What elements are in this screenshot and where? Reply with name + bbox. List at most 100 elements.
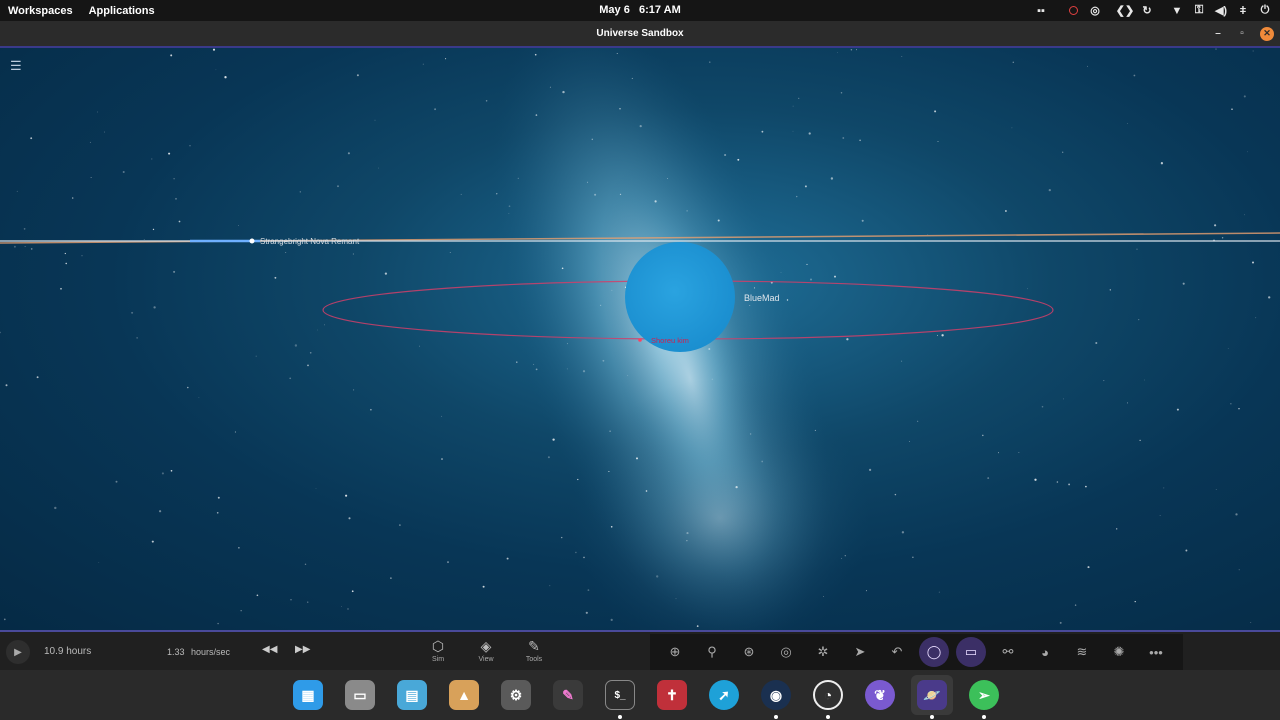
window-titlebar[interactable]: Universe Sandbox – ▫ ✕: [0, 21, 1280, 46]
hamburger-menu-icon[interactable]: ☰: [10, 58, 22, 74]
star: [575, 551, 577, 554]
dock-pdf-viewer[interactable]: ✝: [651, 675, 693, 715]
star: [804, 185, 807, 188]
star: [136, 337, 138, 339]
zoom-icon[interactable]: ⚲: [697, 637, 727, 667]
dock: ▦ ▭ ▤ ▲ ⚙ ✎ $_ ✝ ➚ ◉ ◔ ❦ 🪐 ➢: [0, 670, 1280, 720]
star: [1011, 127, 1013, 129]
dock-obs[interactable]: ◔: [807, 675, 849, 719]
link-icon[interactable]: ⚯: [993, 637, 1023, 667]
dock-telegram[interactable]: ➢: [963, 675, 1005, 719]
curve-icon[interactable]: ↶: [882, 637, 912, 667]
star: [599, 304, 602, 307]
star: [894, 493, 897, 496]
star: [941, 334, 944, 337]
moon-label[interactable]: Shoreu kim: [651, 336, 689, 345]
dock-app-grid[interactable]: ▦: [287, 675, 329, 715]
app-tray-icon[interactable]: [1064, 0, 1082, 21]
star: [901, 360, 903, 362]
slower-button[interactable]: ◀◀: [262, 644, 277, 655]
more-icon[interactable]: •••: [1141, 637, 1171, 667]
add-icon[interactable]: ⊕: [660, 637, 690, 667]
star: [274, 276, 277, 279]
star: [517, 177, 519, 180]
star: [608, 470, 610, 473]
tab-tools[interactable]: ✎ Tools: [516, 638, 552, 663]
wifi-icon[interactable]: ▼: [1168, 0, 1186, 21]
star: [353, 389, 355, 391]
star: [422, 63, 424, 65]
star: [256, 594, 259, 597]
star: [1252, 50, 1254, 52]
dock-files[interactable]: ▭: [339, 675, 381, 715]
sync-icon[interactable]: ↻: [1138, 0, 1156, 21]
dock-paint[interactable]: ✎: [547, 675, 589, 715]
running-indicator: [982, 715, 986, 719]
mic-icon[interactable]: ǂ: [1234, 0, 1252, 21]
faster-button[interactable]: ▶▶: [295, 644, 310, 655]
star: [749, 305, 751, 306]
dock-eagle-app[interactable]: ❦: [859, 675, 901, 715]
volume-icon[interactable]: ◀): [1212, 0, 1230, 21]
sim-rate-unit: hours/sec: [191, 647, 231, 657]
system-tray: ▪▪ ◎ ❮❯ ↻ ▼ ⚿ ◀) ǂ ⏻: [1028, 0, 1274, 21]
maximize-button[interactable]: ▫: [1236, 28, 1248, 40]
dock-steam[interactable]: ◉: [755, 675, 797, 719]
dock-settings[interactable]: ⚙: [495, 675, 537, 715]
window-list-icon[interactable]: ▪▪: [1032, 0, 1050, 21]
palette-icon[interactable]: ◕: [1030, 637, 1060, 667]
star: [912, 556, 914, 558]
sim-rate-value[interactable]: 1.33: [167, 647, 185, 657]
moon-body[interactable]: [638, 338, 642, 342]
star: [1252, 261, 1254, 264]
dock-terminal[interactable]: $_: [599, 675, 641, 719]
signal-icon[interactable]: ≋: [1067, 637, 1097, 667]
star: [1235, 513, 1238, 516]
crosshair-icon[interactable]: ⊛: [734, 637, 764, 667]
star: [224, 76, 227, 79]
star: [850, 49, 853, 51]
close-button[interactable]: ✕: [1260, 26, 1274, 41]
orbit-icon[interactable]: ◯: [919, 637, 949, 667]
star: [351, 590, 354, 593]
dock-archive[interactable]: ▲: [443, 675, 485, 715]
star: [582, 370, 586, 373]
running-indicator: [930, 715, 934, 719]
tab-view[interactable]: ◈ View: [468, 638, 504, 663]
key-icon[interactable]: ⚿: [1190, 0, 1208, 21]
vscode-tray-icon[interactable]: ❮❯: [1116, 0, 1134, 21]
focus-icon[interactable]: ◎: [771, 637, 801, 667]
star: [842, 137, 845, 139]
star: [585, 611, 588, 614]
dock-file-manager[interactable]: ▤: [391, 675, 433, 715]
star: [81, 255, 83, 257]
steam-tray-icon[interactable]: ◎: [1086, 0, 1104, 21]
applications-menu[interactable]: Applications: [89, 5, 155, 17]
space-scene[interactable]: Strangebright Nova Remant BlueMad Shoreu…: [0, 48, 1280, 630]
star: [324, 324, 325, 326]
dock-web-browser[interactable]: ➚: [703, 675, 745, 715]
clock-time[interactable]: 6:17 AM: [639, 4, 681, 16]
star: [115, 480, 118, 483]
star: [508, 205, 511, 208]
clock-date[interactable]: May 6: [599, 4, 630, 16]
tab-sim[interactable]: ⬡ Sim: [420, 638, 456, 663]
play-button[interactable]: ▶: [6, 640, 30, 664]
planet-label[interactable]: BlueMad: [744, 293, 780, 303]
label-icon[interactable]: ▭: [956, 637, 986, 667]
dock-universe-sandbox[interactable]: 🪐: [911, 675, 953, 719]
workspaces-button[interactable]: Workspaces: [8, 5, 73, 17]
remnant-label[interactable]: Strangebright Nova Remant: [260, 237, 360, 246]
star: [348, 517, 351, 520]
star: [13, 245, 16, 248]
simulation-viewport[interactable]: Strangebright Nova Remant BlueMad Shoreu…: [0, 46, 1280, 630]
burst-icon[interactable]: ✺: [1104, 637, 1134, 667]
settings-icon[interactable]: ✲: [808, 637, 838, 667]
launch-icon[interactable]: ➤: [845, 637, 875, 667]
star: [24, 246, 26, 247]
star: [290, 599, 292, 601]
power-icon[interactable]: ⏻: [1256, 0, 1274, 21]
minimize-button[interactable]: –: [1212, 28, 1224, 40]
star: [399, 524, 401, 526]
star: [1085, 485, 1087, 488]
